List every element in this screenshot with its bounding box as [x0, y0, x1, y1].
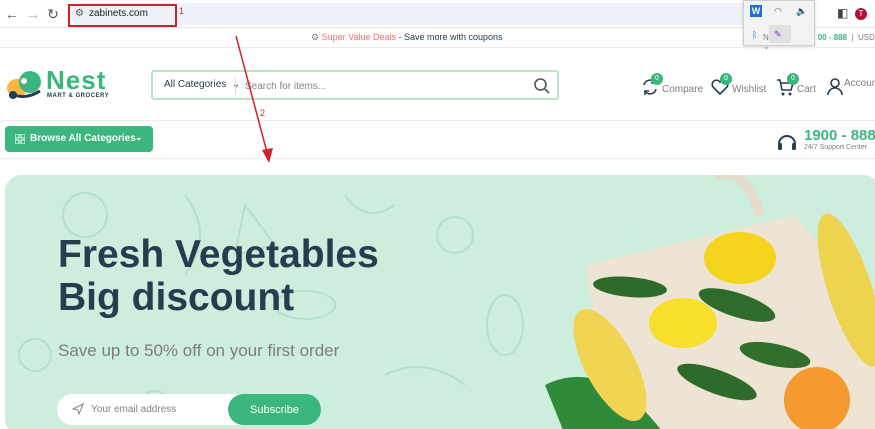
annotation-label-1: 1: [179, 6, 185, 16]
wishlist-badge: 0: [720, 73, 732, 85]
url-highlight-box: [68, 4, 177, 27]
support-phone[interactable]: 1900 - 888: [804, 127, 875, 144]
compare-label[interactable]: Compare: [662, 84, 703, 95]
chevron-down-icon: ⌄: [135, 132, 143, 142]
user-icon[interactable]: [825, 77, 845, 97]
logo-title[interactable]: Nest: [46, 65, 106, 96]
deal-highlight[interactable]: Super Value Deals: [322, 32, 396, 42]
browse-categories-label: Browse All Categories: [30, 133, 136, 144]
hero-banner: Fresh Vegetables Big discount Save up to…: [5, 175, 875, 429]
annotation-label-2: 2: [260, 108, 266, 118]
browse-categories-button[interactable]: Browse All Categories ⌄: [5, 126, 153, 152]
word-app-icon[interactable]: W: [750, 5, 762, 17]
deal-description: - Save more with coupons: [395, 32, 503, 42]
subscribe-button[interactable]: Subscribe: [228, 394, 321, 425]
hero-subtitle: Save up to 50% off on your first order: [58, 341, 340, 360]
wifi-icon[interactable]: ◠: [774, 5, 782, 17]
cart-label[interactable]: Cart: [797, 84, 816, 95]
category-select-label: All Categories: [164, 79, 227, 90]
newsletter-form: Subscribe: [57, 394, 321, 425]
vegetables-bag-image: [545, 175, 875, 429]
search-icon[interactable]: [533, 77, 551, 95]
send-icon: [72, 403, 84, 415]
phone-partial: N: [763, 33, 769, 42]
account-label[interactable]: Account: [844, 78, 875, 89]
logo-icon[interactable]: [4, 67, 46, 101]
side-panel-icon[interactable]: ◧: [837, 6, 848, 20]
profile-avatar[interactable]: T: [855, 8, 867, 20]
chevron-down-icon: ⌄: [231, 79, 241, 90]
search-input[interactable]: [245, 76, 515, 96]
search-bar: All Categories ⌄: [151, 70, 559, 100]
forward-icon[interactable]: →: [25, 6, 41, 22]
reload-icon[interactable]: ↻: [45, 6, 61, 22]
tag-icon: ⚙: [311, 32, 320, 42]
category-select[interactable]: All Categories ⌄: [164, 79, 240, 90]
wishlist-label[interactable]: Wishlist: [732, 84, 766, 95]
support-label: 24/7 Support Center: [804, 144, 868, 151]
logo-subtitle: MART & GROCERY: [47, 93, 110, 99]
email-input[interactable]: [91, 400, 221, 419]
category-nav: Browse All Categories ⌄ 1900 - 888 24/7 …: [0, 122, 875, 159]
site-header: Nest MART & GROCERY All Categories ⌄ 0 C…: [0, 49, 875, 121]
search-divider: [235, 77, 236, 94]
volume-icon[interactable]: 🔈: [796, 5, 807, 17]
phone-short: 00 - 888: [817, 33, 848, 42]
hero-title-line-1: Fresh Vegetables: [58, 233, 379, 276]
headset-icon: [778, 135, 796, 150]
currency-select[interactable]: USD: [858, 33, 875, 42]
hero-title-line-2: Big discount: [58, 276, 295, 319]
hero-title: Fresh Vegetables Big discount: [58, 233, 379, 319]
deal-text: ⚙ Super Value Deals - Save more with cou…: [311, 32, 503, 43]
grid-icon: [15, 134, 25, 144]
announcement-bar: ⚙ Super Value Deals - Save more with cou…: [0, 28, 875, 51]
browser-toolbar: ← → ↻ ⚙ zabinets.com 1 W ◠ 🔈 ᛒ ✎ ◧ T: [0, 0, 875, 46]
back-icon[interactable]: ←: [4, 6, 20, 22]
